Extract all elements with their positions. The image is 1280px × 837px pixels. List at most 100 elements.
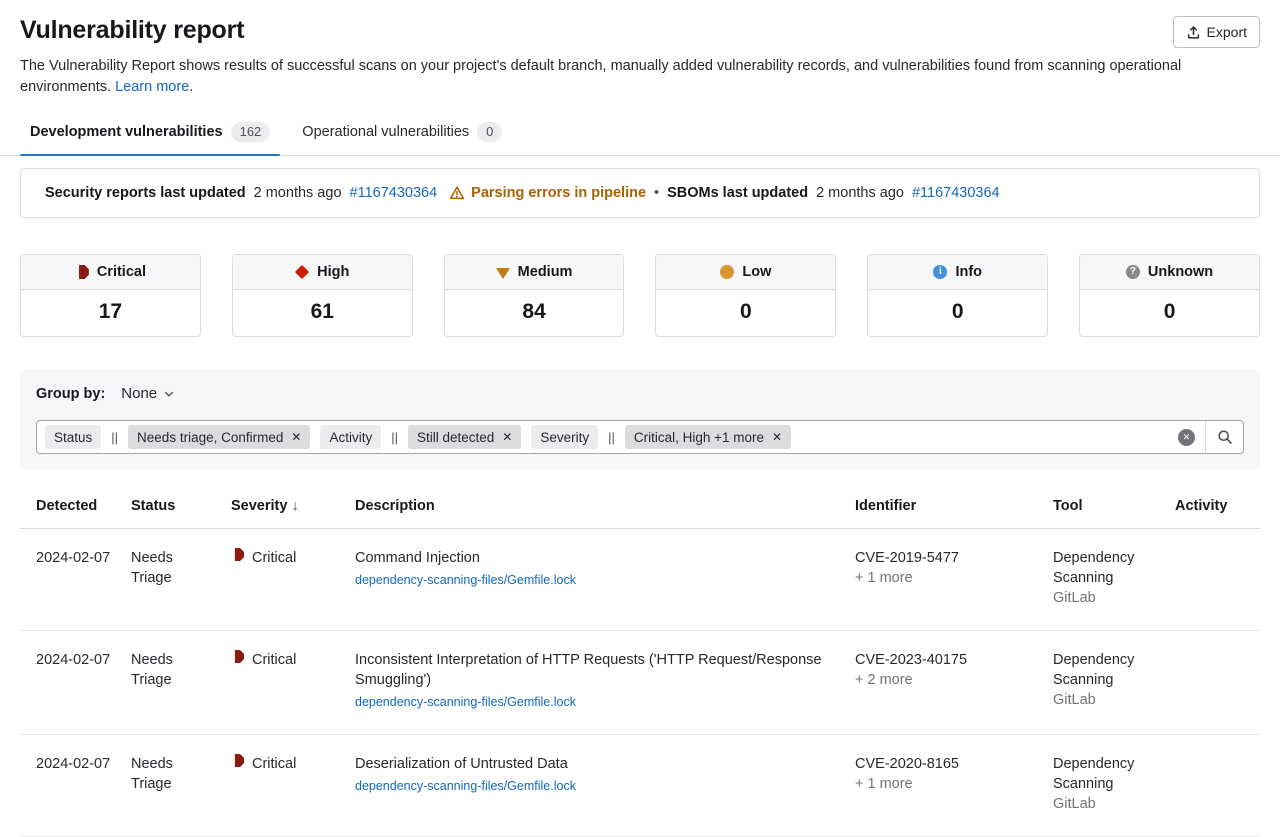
group-by-value: None — [121, 385, 157, 402]
severity-card-label: Medium — [518, 264, 573, 280]
cell-activity — [1175, 529, 1260, 631]
vulnerability-title[interactable]: Deserialization of Untrusted Data — [355, 754, 839, 774]
filter-token-severity: Severity || Critical, High +1 more — [531, 425, 791, 449]
identifier-more: + 1 more — [855, 568, 1037, 588]
clear-filters-icon[interactable] — [1178, 429, 1195, 446]
chevron-down-icon — [163, 388, 175, 400]
report-tabs: Development vulnerabilities 162 Operatio… — [0, 122, 1280, 156]
column-header-activity[interactable]: Activity — [1175, 484, 1260, 529]
page-header: Vulnerability report Export — [20, 16, 1260, 48]
cell-description: Command Injection dependency-scanning-fi… — [355, 529, 855, 631]
severity-card-high: High 61 — [232, 254, 413, 337]
token-operator: || — [111, 430, 118, 445]
search-button[interactable] — [1205, 421, 1243, 453]
cell-identifier: CVE-2019-5477 + 1 more — [855, 529, 1053, 631]
severity-label: Critical — [252, 650, 296, 670]
severity-card-medium: Medium 84 — [444, 254, 625, 337]
sboms-label: SBOMs last updated — [667, 185, 808, 201]
severity-card-label: Critical — [97, 264, 146, 280]
column-header-status[interactable]: Status — [131, 484, 231, 529]
location-link[interactable]: dependency-scanning-files/Gemfile.lock — [355, 776, 576, 796]
column-header-description[interactable]: Description — [355, 484, 855, 529]
cell-severity: Critical — [231, 631, 355, 735]
token-value-chip[interactable]: Critical, High +1 more — [625, 425, 791, 449]
tool-name: Dependency Scanning — [1053, 548, 1159, 588]
column-header-severity[interactable]: Severity — [231, 484, 355, 529]
location-link[interactable]: dependency-scanning-files/Gemfile.lock — [355, 570, 576, 590]
export-button[interactable]: Export — [1173, 16, 1260, 48]
group-by-label: Group by: — [36, 386, 105, 402]
severity-card-count: 61 — [233, 290, 412, 336]
cell-detected: 2024-02-07 — [20, 735, 131, 837]
vulnerability-title[interactable]: Command Injection — [355, 548, 839, 568]
token-operator: || — [608, 430, 615, 445]
bullet-separator: • — [654, 185, 659, 201]
token-name-chip[interactable]: Status — [45, 425, 101, 449]
severity-low-icon — [720, 265, 734, 279]
tab-count-badge: 162 — [231, 122, 271, 142]
sort-descending-icon — [291, 498, 298, 514]
table-row[interactable]: 2024-02-07 Needs Triage Critical Deseria… — [20, 735, 1260, 837]
cell-description: Inconsistent Interpretation of HTTP Requ… — [355, 631, 855, 735]
group-by-dropdown[interactable]: None — [121, 385, 175, 402]
page-description: The Vulnerability Report shows results o… — [20, 56, 1235, 98]
location-link[interactable]: dependency-scanning-files/Gemfile.lock — [355, 692, 576, 712]
cell-identifier: CVE-2023-40175 + 2 more — [855, 631, 1053, 735]
close-icon[interactable] — [772, 431, 782, 443]
tool-vendor: GitLab — [1053, 588, 1159, 608]
identifier-primary: CVE-2020-8165 — [855, 754, 1037, 774]
cell-severity: Critical — [231, 735, 355, 837]
parsing-errors-warning[interactable]: Parsing errors in pipeline — [449, 185, 646, 201]
close-icon[interactable] — [502, 431, 512, 443]
severity-medium-icon — [496, 268, 510, 279]
security-reports-label: Security reports last updated — [45, 185, 246, 201]
group-by-row: Group by: None — [36, 385, 1244, 402]
column-header-detected[interactable]: Detected — [20, 484, 131, 529]
table-row[interactable]: 2024-02-07 Needs Triage Critical Command… — [20, 529, 1260, 631]
security-pipeline-link[interactable]: #1167430364 — [350, 185, 438, 201]
cell-description: Deserialization of Untrusted Data depend… — [355, 735, 855, 837]
table-row[interactable]: 2024-02-07 Needs Triage Critical Inconsi… — [20, 631, 1260, 735]
filtered-search-bar[interactable]: Status || Needs triage, Confirmed Activi… — [36, 420, 1244, 454]
tab-operational-vulnerabilities[interactable]: Operational vulnerabilities 0 — [292, 122, 512, 155]
identifier-more: + 1 more — [855, 774, 1037, 794]
token-value-chip[interactable]: Still detected — [408, 425, 521, 449]
security-reports-time: 2 months ago — [254, 185, 342, 201]
token-name-chip[interactable]: Activity — [320, 425, 381, 449]
token-value-chip[interactable]: Needs triage, Confirmed — [128, 425, 310, 449]
vulnerability-table: Detected Status Severity Description Ide… — [20, 484, 1260, 837]
identifier-primary: CVE-2023-40175 — [855, 650, 1037, 670]
severity-card-count: 0 — [1080, 290, 1259, 336]
cell-status: Needs Triage — [131, 529, 231, 631]
filter-token-activity: Activity || Still detected — [320, 425, 521, 449]
cell-tool: Dependency Scanning GitLab — [1053, 529, 1175, 631]
token-value-label: Still detected — [417, 430, 494, 445]
severity-card-count: 0 — [656, 290, 835, 336]
identifier-primary: CVE-2019-5477 — [855, 548, 1037, 568]
tab-development-vulnerabilities[interactable]: Development vulnerabilities 162 — [20, 122, 280, 155]
severity-critical-icon — [231, 548, 244, 561]
severity-critical-icon — [231, 650, 244, 663]
learn-more-link[interactable]: Learn more — [115, 79, 189, 95]
severity-card-unknown: Unknown 0 — [1079, 254, 1260, 337]
tool-name: Dependency Scanning — [1053, 754, 1159, 794]
severity-card-label: Low — [742, 264, 771, 280]
token-value-label: Needs triage, Confirmed — [137, 430, 283, 445]
tool-vendor: GitLab — [1053, 794, 1159, 814]
vulnerability-title[interactable]: Inconsistent Interpretation of HTTP Requ… — [355, 650, 839, 690]
severity-card-count: 17 — [21, 290, 200, 336]
cell-status: Needs Triage — [131, 631, 231, 735]
severity-label: Critical — [252, 754, 296, 774]
scan-status-bar: Security reports last updated 2 months a… — [20, 168, 1260, 218]
description-text: The Vulnerability Report shows results o… — [20, 58, 1181, 95]
sbom-pipeline-link[interactable]: #1167430364 — [912, 185, 1000, 201]
cell-activity — [1175, 631, 1260, 735]
column-header-identifier[interactable]: Identifier — [855, 484, 1053, 529]
sboms-time: 2 months ago — [816, 185, 904, 201]
search-icon — [1217, 429, 1233, 445]
filter-search-input[interactable] — [801, 421, 1178, 453]
close-icon[interactable] — [291, 431, 301, 443]
cell-identifier: CVE-2020-8165 + 1 more — [855, 735, 1053, 837]
column-header-tool[interactable]: Tool — [1053, 484, 1175, 529]
token-name-chip[interactable]: Severity — [531, 425, 598, 449]
